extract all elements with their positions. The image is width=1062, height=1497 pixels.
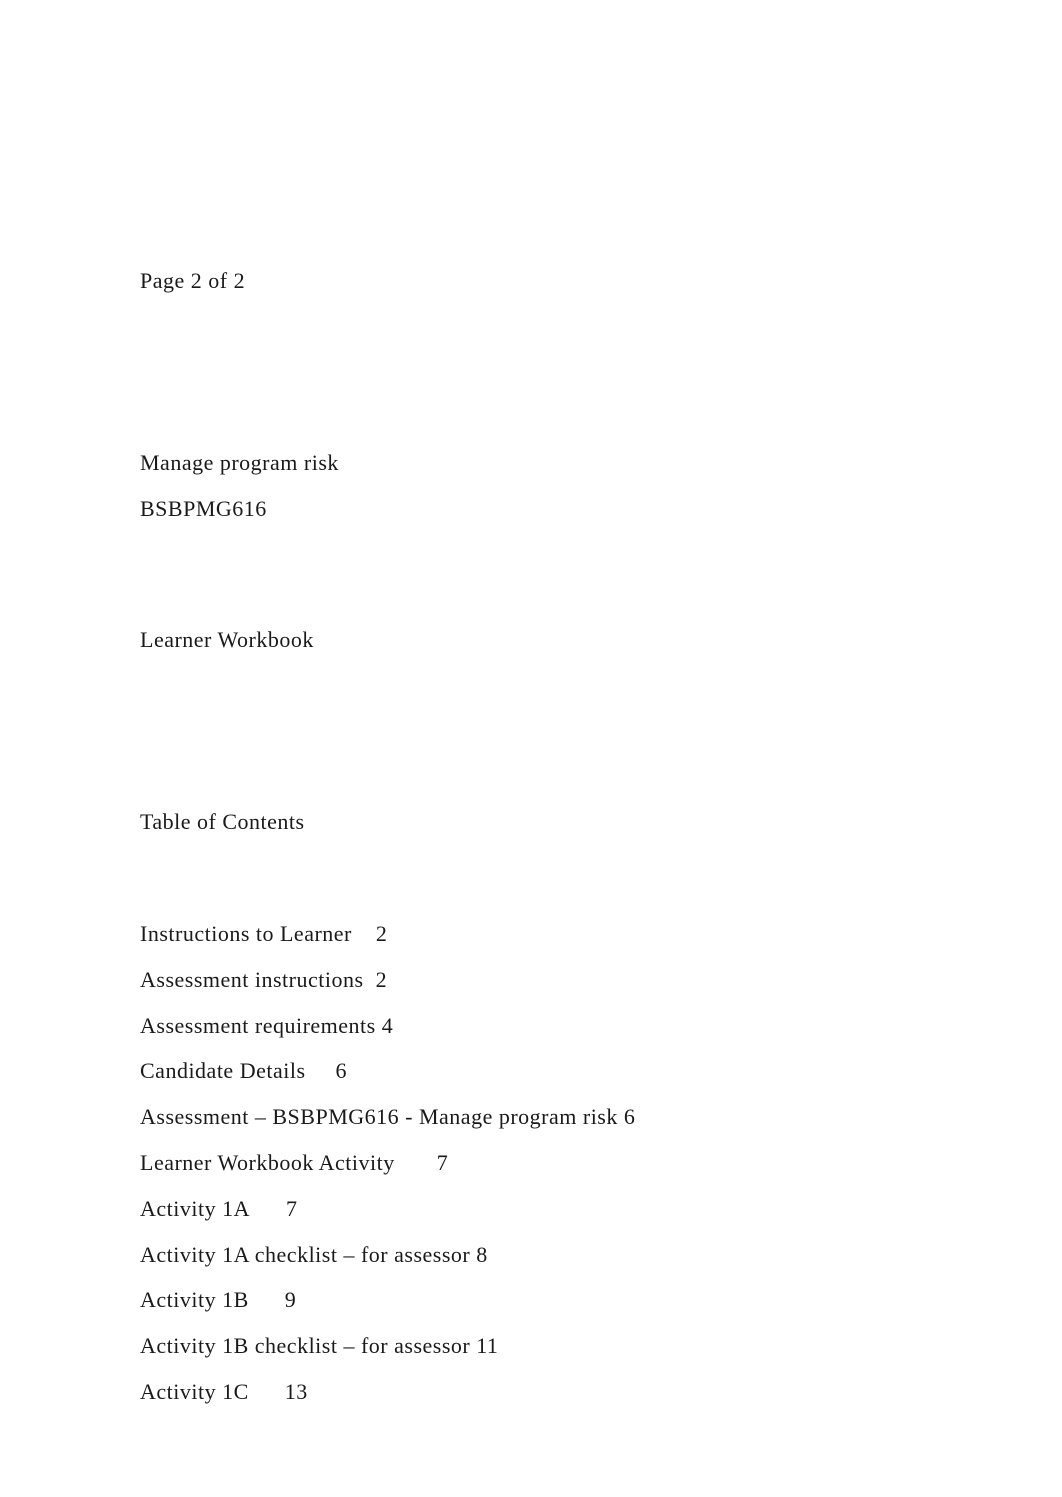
toc-item: Assessment – BSBPMG616 - Manage program …: [140, 1096, 922, 1138]
toc-item: Activity 1A 7: [140, 1188, 922, 1230]
toc-item-page: 11: [476, 1325, 498, 1367]
toc-item-page: 7: [286, 1188, 298, 1230]
toc-item-label: Activity 1C: [140, 1371, 249, 1413]
toc-item: Learner Workbook Activity 7: [140, 1142, 922, 1184]
toc-item-label: Activity 1B: [140, 1279, 249, 1321]
toc-item: Candidate Details 6: [140, 1050, 922, 1092]
toc-heading: Table of Contents: [140, 801, 922, 843]
toc-item-label: Activity 1A checklist – for assessor: [140, 1234, 470, 1276]
toc-list: Instructions to Learner 2 Assessment ins…: [140, 913, 922, 1413]
toc-item-label: Candidate Details: [140, 1050, 306, 1092]
toc-item: Activity 1B 9: [140, 1279, 922, 1321]
toc-item-page: 2: [376, 959, 388, 1001]
toc-item-page: 4: [382, 1005, 394, 1047]
toc-item: Activity 1A checklist – for assessor 8: [140, 1234, 922, 1276]
toc-item-page: 6: [336, 1050, 348, 1092]
toc-item-label: Assessment – BSBPMG616 - Manage program …: [140, 1096, 618, 1138]
toc-item: Instructions to Learner 2: [140, 913, 922, 955]
toc-item-page: 2: [376, 913, 388, 955]
toc-item-label: Assessment requirements: [140, 1005, 376, 1047]
toc-item-page: 13: [285, 1371, 308, 1413]
toc-item-label: Learner Workbook Activity: [140, 1142, 395, 1184]
toc-item-page: 7: [437, 1142, 449, 1184]
toc-item-label: Activity 1B checklist – for assessor: [140, 1325, 470, 1367]
toc-item-label: Assessment instructions: [140, 959, 364, 1001]
document-page: Page 2 of 2 Manage program risk BSBPMG61…: [0, 0, 1062, 1497]
toc-item: Assessment instructions 2: [140, 959, 922, 1001]
document-code: BSBPMG616: [140, 488, 922, 530]
toc-item-label: Instructions to Learner: [140, 913, 352, 955]
page-number: Page 2 of 2: [140, 260, 922, 302]
toc-item-page: 8: [476, 1234, 488, 1276]
toc-item-page: 9: [285, 1279, 297, 1321]
document-title: Manage program risk: [140, 442, 922, 484]
toc-item-label: Activity 1A: [140, 1188, 250, 1230]
toc-item: Assessment requirements 4: [140, 1005, 922, 1047]
document-subtitle: Learner Workbook: [140, 619, 922, 661]
toc-item: Activity 1B checklist – for assessor 11: [140, 1325, 922, 1367]
toc-item: Activity 1C 13: [140, 1371, 922, 1413]
toc-item-page: 6: [624, 1096, 636, 1138]
